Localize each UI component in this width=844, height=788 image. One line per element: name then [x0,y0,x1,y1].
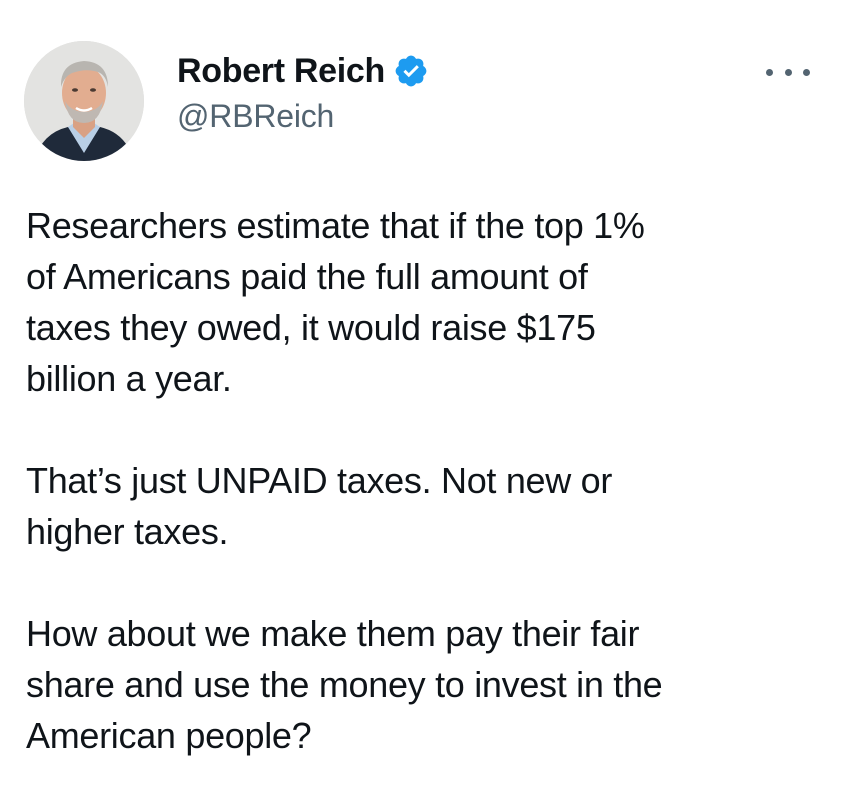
tweet-card: Robert Reich @RBReich Researchers estima… [0,0,844,788]
tweet-text: Researchers estimate that if the top 1% … [26,200,826,761]
avatar[interactable] [24,41,144,161]
more-dot [766,68,773,76]
more-dot [803,68,810,76]
tweet-paragraph: How about we make them pay their fair sh… [26,613,663,756]
author-handle[interactable]: @RBReich [177,98,334,135]
verified-badge-icon [393,53,429,89]
display-name[interactable]: Robert Reich [177,52,385,91]
avatar-photo [24,41,144,161]
tweet-paragraph: Researchers estimate that if the top 1% … [26,205,645,399]
more-dot [784,68,792,76]
tweet-paragraph: That’s just UNPAID taxes. Not new or hig… [26,460,613,552]
author-name-row: Robert Reich [177,49,429,93]
more-options-icon[interactable] [766,60,810,84]
